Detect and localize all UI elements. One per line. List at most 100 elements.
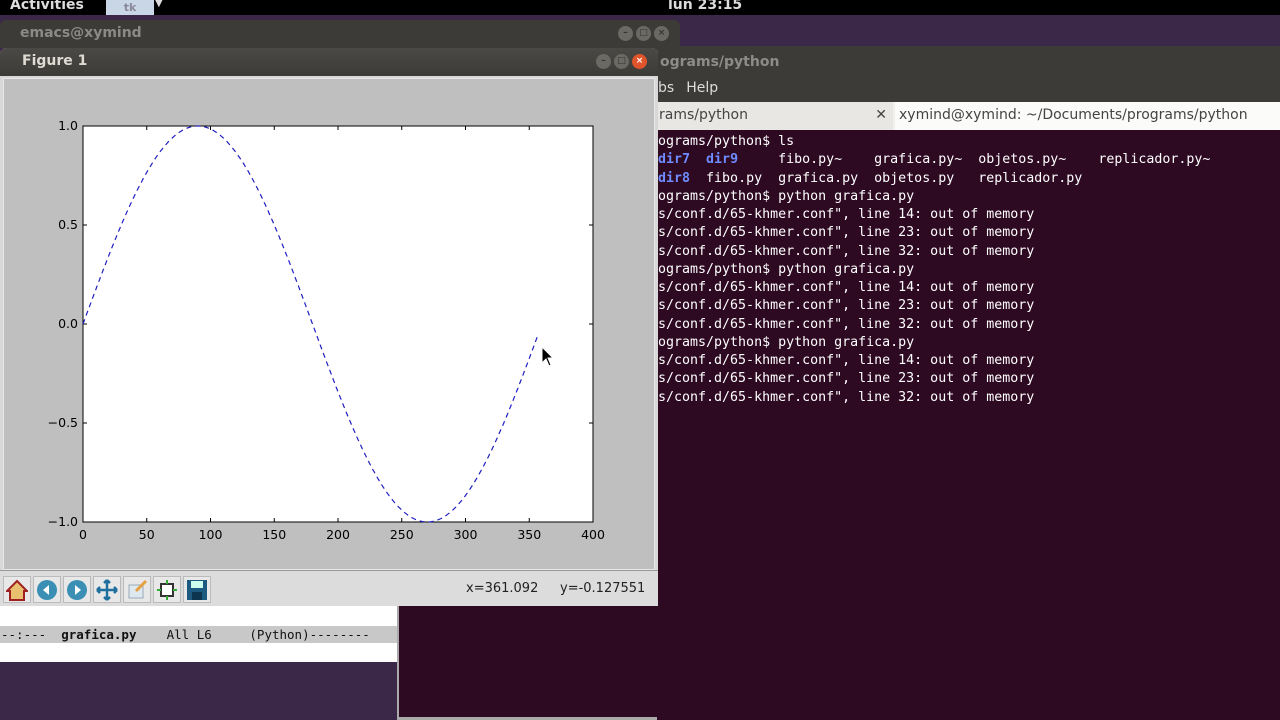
tab-2[interactable]: xymind@xymind: ~/Documents/programs/pyth… bbox=[895, 102, 1280, 130]
terminal-text: ograms/python$ ls bbox=[658, 134, 795, 149]
terminal-text: dir8 bbox=[658, 170, 691, 186]
terminal-line: s/conf.d/65-khmer.conf", line 14: out of… bbox=[658, 206, 1277, 224]
terminal-text: fibo.py grafica.py objetos.py replicador… bbox=[690, 170, 1083, 186]
forward-button[interactable] bbox=[63, 576, 91, 603]
tab-label: rams/python bbox=[659, 107, 748, 123]
terminal-line: ograms/python$ python grafica.py bbox=[658, 334, 1277, 352]
close-tab-icon[interactable]: ✕ bbox=[875, 107, 887, 123]
terminal-text: s/conf.d/65-khmer.conf", line 23: out of… bbox=[658, 298, 1035, 314]
figure-window: Figure 1 – □ × 0 50 100 150 200 250 300 350 400 1… bbox=[0, 48, 658, 606]
clock[interactable]: lun 23:15 bbox=[668, 0, 742, 13]
terminal-line: s/conf.d/65-khmer.conf", line 32: out of… bbox=[658, 243, 1277, 261]
terminal-line: dir8 fibo.py grafica.py objetos.py repli… bbox=[658, 170, 1277, 188]
home-icon bbox=[6, 579, 28, 601]
menu-tabs[interactable]: bs bbox=[658, 80, 674, 96]
terminal-line: s/conf.d/65-khmer.conf", line 23: out of… bbox=[658, 370, 1277, 388]
terminal-text: dir9 bbox=[706, 152, 739, 168]
terminal-text: s/conf.d/65-khmer.conf", line 32: out of… bbox=[658, 316, 1035, 332]
terminal-line: s/conf.d/65-khmer.conf", line 32: out of… bbox=[658, 389, 1277, 407]
emacs-modeline: --:--- grafica.py All L6 (Python)-------… bbox=[0, 626, 397, 643]
plot-canvas[interactable]: 0 50 100 150 200 250 300 350 400 1.0 0.5 0.0 −0.5 −1.… bbox=[3, 78, 655, 570]
x-tick-label: 200 bbox=[326, 527, 350, 542]
modeline-prefix: --:--- bbox=[1, 627, 62, 642]
y-tick-label: 0.5 bbox=[58, 217, 78, 232]
terminal-text: s/conf.d/65-khmer.conf", line 32: out of… bbox=[658, 243, 1035, 259]
close-icon[interactable]: × bbox=[654, 26, 669, 41]
back-button[interactable] bbox=[33, 576, 61, 603]
terminal-line: ograms/python$ python grafica.py bbox=[658, 188, 1277, 206]
figure-toolbar: x=361.092 y=-0.127551 bbox=[0, 570, 658, 606]
floppy-disk-icon bbox=[187, 579, 207, 600]
menu-help[interactable]: Help bbox=[686, 80, 718, 96]
figure-titlebar[interactable]: Figure 1 – □ × bbox=[0, 48, 658, 76]
forward-arrow-icon bbox=[67, 579, 87, 600]
move-arrows-icon bbox=[96, 578, 118, 601]
activities-button[interactable]: Activities bbox=[10, 0, 84, 13]
y-tick-label: 0.0 bbox=[58, 316, 78, 331]
terminal-text: dir7 bbox=[658, 152, 691, 168]
terminal-line: s/conf.d/65-khmer.conf", line 23: out of… bbox=[658, 297, 1277, 315]
terminal-text: s/conf.d/65-khmer.conf", line 14: out of… bbox=[658, 207, 1035, 222]
terminal-text: ograms/python$ python grafica.py bbox=[658, 261, 915, 277]
x-tick-label: 250 bbox=[390, 527, 414, 542]
close-icon[interactable]: × bbox=[632, 54, 647, 69]
zoom-button[interactable] bbox=[123, 576, 151, 603]
y-tick-label: 1.0 bbox=[58, 118, 78, 133]
emacs-title: emacs@xymind bbox=[20, 25, 142, 41]
minimize-icon[interactable]: – bbox=[618, 26, 633, 41]
terminal-tabs: rams/python ✕ xymind@xymind: ~/Documents/… bbox=[655, 102, 1280, 130]
terminal-line: ograms/python$ python grafica.py bbox=[658, 261, 1277, 279]
terminal-lower[interactable] bbox=[397, 606, 657, 720]
modeline-buffer: grafica.py bbox=[61, 627, 137, 642]
subplots-icon bbox=[157, 579, 177, 600]
tab-1[interactable]: rams/python ✕ bbox=[655, 102, 893, 130]
modeline-position: All L6 bbox=[166, 627, 212, 642]
x-tick-label: 100 bbox=[199, 527, 223, 542]
minimize-icon[interactable]: – bbox=[596, 54, 611, 69]
terminal-line: s/conf.d/65-khmer.conf", line 32: out of… bbox=[658, 316, 1277, 334]
mouse-pointer-icon bbox=[541, 346, 555, 367]
terminal-line: dir7 dir9 fibo.py~ grafica.py~ objetos.p… bbox=[658, 151, 1277, 169]
terminal-line: s/conf.d/65-khmer.conf", line 23: out of… bbox=[658, 224, 1277, 242]
terminal-text: s/conf.d/65-khmer.conf", line 14: out of… bbox=[658, 280, 1035, 295]
top-bar: Activities tk ▼ lun 23:15 bbox=[0, 0, 1280, 15]
terminal-text: fibo.py~ grafica.py~ objetos.py~ replica… bbox=[738, 152, 1211, 168]
home-button[interactable] bbox=[3, 576, 31, 603]
maximize-icon[interactable]: □ bbox=[636, 26, 651, 41]
emacs-titlebar[interactable]: emacs@xymind – □ × bbox=[0, 20, 680, 48]
tab-label: xymind@xymind: ~/Documents/programs/pyth… bbox=[899, 107, 1248, 123]
terminal-line: ograms/python$ ls bbox=[658, 133, 1277, 151]
subplots-button[interactable] bbox=[153, 576, 181, 603]
terminal-menubar: bs Help bbox=[658, 80, 730, 96]
terminal-text: ograms/python$ python grafica.py bbox=[658, 188, 915, 204]
emacs-buffer[interactable]: --:--- grafica.py All L6 (Python)-------… bbox=[0, 606, 397, 662]
app-menu-arrow-icon[interactable]: ▼ bbox=[155, 0, 163, 9]
terminal-window: ograms/python bs Help rams/python ✕ xymind… bbox=[655, 46, 1280, 720]
terminal-title: ograms/python bbox=[660, 54, 780, 70]
modeline-mode: (Python) bbox=[249, 627, 310, 642]
x-tick-label: 50 bbox=[139, 527, 155, 542]
terminal-text: ograms/python$ python grafica.py bbox=[658, 334, 915, 350]
x-tick-label: 150 bbox=[262, 527, 286, 542]
figure-title: Figure 1 bbox=[22, 53, 88, 69]
y-tick-label: −0.5 bbox=[48, 415, 78, 430]
x-tick-label: 350 bbox=[517, 527, 541, 542]
tk-app-icon[interactable]: tk bbox=[106, 0, 154, 15]
save-button[interactable] bbox=[183, 576, 211, 603]
terminal-text: s/conf.d/65-khmer.conf", line 23: out of… bbox=[658, 371, 1035, 387]
terminal-text: s/conf.d/65-khmer.conf", line 32: out of… bbox=[658, 389, 1035, 405]
terminal-text: s/conf.d/65-khmer.conf", line 23: out of… bbox=[658, 225, 1035, 241]
back-arrow-icon bbox=[37, 579, 57, 600]
terminal-text: s/conf.d/65-khmer.conf", line 14: out of… bbox=[658, 353, 1035, 368]
sine-plot[interactable]: 0 50 100 150 200 250 300 350 400 1.0 0.5 0.0 −0.5 −1.… bbox=[4, 79, 656, 571]
terminal-line: s/conf.d/65-khmer.conf", line 14: out of… bbox=[658, 279, 1277, 297]
cursor-x-readout: x=361.092 bbox=[466, 581, 539, 596]
maximize-icon[interactable]: □ bbox=[614, 54, 629, 69]
modeline-fill: -------- bbox=[309, 627, 370, 642]
zoom-rect-icon bbox=[128, 579, 148, 598]
x-tick-label: 400 bbox=[581, 527, 605, 542]
x-tick-label: 300 bbox=[454, 527, 478, 542]
terminal-output[interactable]: ograms/python$ ls dir7 dir9 fibo.py~ graf… bbox=[655, 130, 1280, 720]
pan-button[interactable] bbox=[93, 576, 121, 603]
